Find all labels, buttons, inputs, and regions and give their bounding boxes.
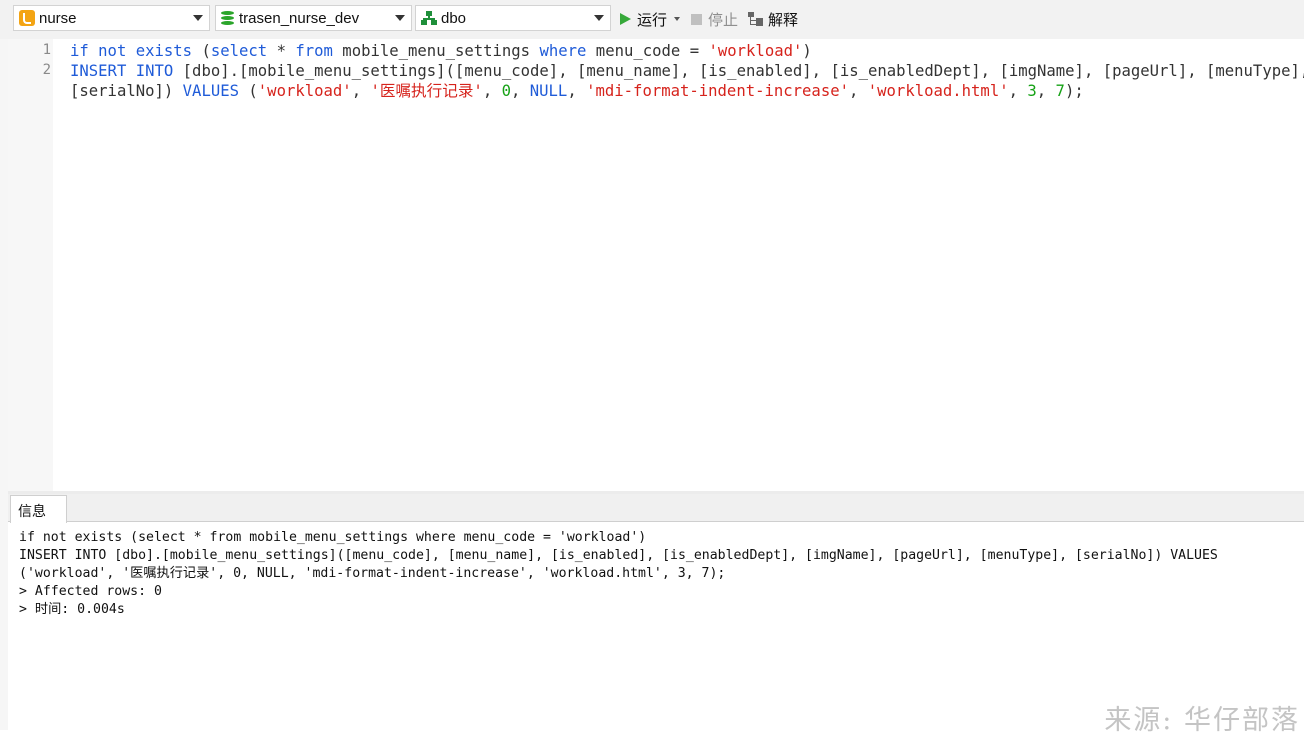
database-label: trasen_nurse_dev	[239, 9, 360, 27]
code-token: 3	[1027, 82, 1037, 100]
line-number: 2	[42, 62, 51, 78]
code-line-2-wrap[interactable]: [serialNo]) VALUES ('workload', '医嘱执行记录'…	[70, 81, 1084, 101]
code-token: INSERT INTO	[70, 62, 174, 80]
code-token: [dbo].[mobile_menu_settings]([menu_code]…	[173, 62, 1304, 80]
schema-label: dbo	[441, 9, 467, 27]
code-token: ,	[482, 82, 502, 100]
code-token: 'workload'	[708, 42, 803, 60]
code-token: select	[210, 42, 268, 60]
code-token: ,	[510, 82, 530, 100]
stop-button[interactable]: 停止	[691, 9, 738, 29]
explain-button[interactable]: 解释	[748, 9, 798, 29]
stop-icon	[691, 13, 702, 25]
message-line: > 时间: 0.004s	[19, 602, 125, 617]
run-icon	[620, 13, 631, 25]
code-line-2[interactable]: INSERT INTO [dbo].[mobile_menu_settings]…	[70, 61, 1304, 81]
run-label: 运行	[637, 11, 668, 29]
code-token: ,	[567, 82, 587, 100]
code-token: ,	[351, 82, 371, 100]
chevron-down-icon	[193, 15, 203, 21]
connection-label: nurse	[39, 9, 77, 27]
code-token: )	[802, 42, 812, 60]
code-token: '医嘱执行记录'	[370, 82, 483, 100]
message-line: ('workload', '医嘱执行记录', 0, NULL, 'mdi-for…	[19, 566, 726, 581]
code-token: NULL	[529, 82, 568, 100]
schema-icon	[421, 10, 437, 26]
code-token: 'workload.html'	[867, 82, 1009, 100]
code-token: menu_code =	[586, 42, 709, 60]
explain-label: 解释	[768, 11, 799, 29]
code-token: ,	[848, 82, 868, 100]
connection-select[interactable]: nurse	[13, 5, 210, 31]
run-button[interactable]: 运行	[620, 9, 681, 29]
code-token: mobile_menu_settings	[332, 42, 540, 60]
code-token: where	[539, 42, 587, 60]
editor-left-edge	[0, 39, 8, 730]
code-token: 7	[1055, 82, 1065, 100]
code-token: ,	[1036, 82, 1056, 100]
message-line: > Affected rows: 0	[19, 584, 162, 599]
code-line-1[interactable]: if not exists (select * from mobile_menu…	[70, 41, 812, 61]
chevron-down-icon	[594, 15, 604, 21]
line-number: 1	[42, 42, 51, 58]
chevron-down-icon	[395, 15, 405, 21]
database-icon	[221, 10, 235, 26]
database-select[interactable]: trasen_nurse_dev	[215, 5, 412, 31]
connection-icon	[19, 10, 35, 26]
watermark: 来源: 华仔部落	[1104, 705, 1300, 736]
message-line: INSERT INTO [dbo].[mobile_menu_settings]…	[19, 548, 1218, 563]
code-token: 0	[501, 82, 511, 100]
message-line: if not exists (select * from mobile_menu…	[19, 530, 647, 545]
schema-select[interactable]: dbo	[415, 5, 611, 31]
code-token: if not exists	[70, 42, 193, 60]
code-token: 'workload'	[257, 82, 352, 100]
explain-icon	[748, 11, 764, 27]
code-token: (	[192, 42, 211, 60]
code-token: ,	[1008, 82, 1028, 100]
code-token: from	[295, 42, 333, 60]
code-token: [serialNo])	[70, 82, 183, 100]
code-token: 'mdi-format-indent-increase'	[586, 82, 849, 100]
code-token: );	[1064, 82, 1084, 100]
toolbar: nurse trasen_nurse_dev dbo 运行 停止 解释	[0, 0, 1304, 39]
code-token: (	[239, 82, 258, 100]
run-dropdown-icon[interactable]	[674, 17, 681, 21]
line-number-gutter: 1 2	[8, 39, 53, 491]
tab-info[interactable]: 信息	[10, 495, 67, 523]
code-token: VALUES	[182, 82, 240, 100]
stop-label: 停止	[708, 11, 739, 29]
code-token: *	[267, 42, 296, 60]
result-tab-bar: 信息	[8, 494, 1304, 523]
